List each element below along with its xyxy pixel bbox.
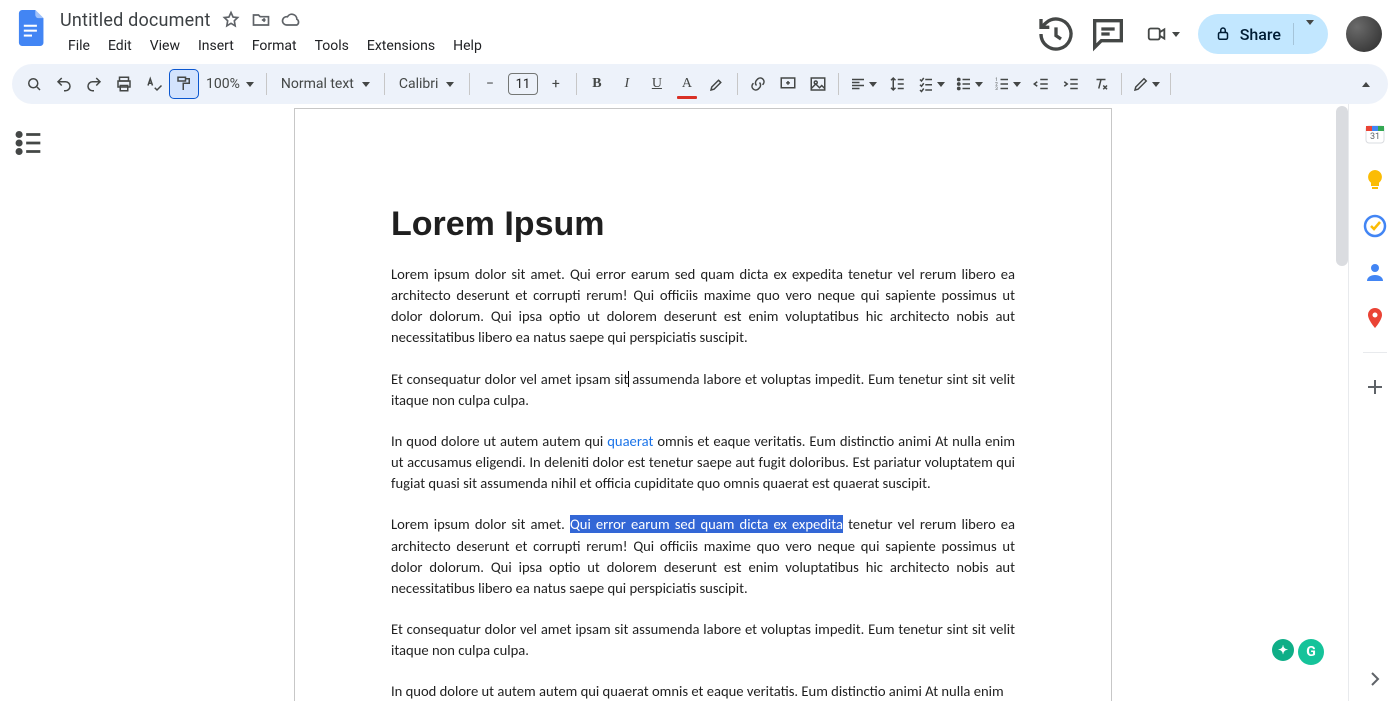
grammarly-icon[interactable]: G <box>1298 639 1324 665</box>
keep-icon[interactable] <box>1363 168 1387 192</box>
chevron-down-icon <box>975 82 983 87</box>
show-outline-button[interactable] <box>12 126 46 160</box>
comments-icon[interactable] <box>1088 14 1128 54</box>
paragraph: In quod dolore ut autem autem qui quaera… <box>391 681 1015 701</box>
text-caret: sit <box>614 370 628 388</box>
align-dropdown[interactable] <box>845 70 881 98</box>
font-family-dropdown[interactable]: Calibri <box>391 76 463 92</box>
line-spacing-button[interactable] <box>883 70 911 98</box>
hide-side-panel-button[interactable] <box>1363 667 1387 691</box>
underline-button[interactable]: U <box>643 70 671 98</box>
chevron-down-icon <box>1152 82 1160 87</box>
chevron-down-icon <box>1013 82 1021 87</box>
chevron-down-icon[interactable] <box>1302 25 1318 44</box>
tasks-icon[interactable] <box>1363 214 1387 238</box>
side-panel: 31 <box>1348 104 1400 701</box>
increase-indent-button[interactable] <box>1057 70 1085 98</box>
chevron-down-icon <box>937 82 945 87</box>
document-heading: Lorem Ipsum <box>391 205 1015 244</box>
chevron-down-icon <box>869 82 877 87</box>
add-addon-button[interactable] <box>1363 375 1387 399</box>
menu-tools[interactable]: Tools <box>307 34 357 58</box>
paint-format-icon[interactable] <box>170 70 198 98</box>
star-icon[interactable] <box>221 10 241 30</box>
paragraph: Et consequatur dolor vel amet ipsam sit … <box>391 369 1015 411</box>
grammarly-suggestion-icon[interactable]: ✦ <box>1272 639 1294 661</box>
meet-button[interactable] <box>1140 14 1186 54</box>
chevron-down-icon <box>1172 32 1180 37</box>
share-label: Share <box>1240 25 1281 44</box>
hyperlink[interactable]: quaerat <box>607 432 653 450</box>
paragraph: Lorem ipsum dolor sit amet. Qui error ea… <box>391 264 1015 349</box>
editing-mode-dropdown[interactable] <box>1128 70 1164 98</box>
spellcheck-icon[interactable] <box>140 70 168 98</box>
paragraph-style-dropdown[interactable]: Normal text <box>273 76 378 92</box>
contacts-icon[interactable] <box>1363 260 1387 284</box>
menu-extensions[interactable]: Extensions <box>359 34 443 58</box>
highlight-color-button[interactable] <box>703 70 731 98</box>
decrease-font-size-button[interactable]: − <box>476 70 504 98</box>
svg-text:31: 31 <box>1369 132 1379 142</box>
chevron-down-icon <box>362 82 370 87</box>
menu-view[interactable]: View <box>142 34 188 58</box>
cloud-status-icon[interactable] <box>281 10 301 30</box>
share-button[interactable]: Share <box>1198 14 1328 54</box>
paragraph: Et consequatur dolor vel amet ipsam sit … <box>391 619 1015 661</box>
maps-icon[interactable] <box>1363 306 1387 330</box>
menu-file[interactable]: File <box>60 34 98 58</box>
toolbar: 100% Normal text Calibri − 11 + B I U A … <box>12 64 1388 104</box>
collapse-toolbar-button[interactable] <box>1352 70 1380 98</box>
svg-text:3: 3 <box>995 86 998 92</box>
paragraph: In quod dolore ut autem autem qui quaera… <box>391 431 1015 494</box>
font-size-input[interactable]: 11 <box>508 73 538 95</box>
undo-icon[interactable] <box>50 70 78 98</box>
move-icon[interactable] <box>251 10 271 30</box>
menu-bar: File Edit View Insert Format Tools Exten… <box>60 34 490 58</box>
document-page[interactable]: Lorem Ipsum Lorem ipsum dolor sit amet. … <box>294 108 1112 701</box>
document-title[interactable]: Untitled document <box>60 10 211 31</box>
menu-edit[interactable]: Edit <box>100 34 140 58</box>
calendar-icon[interactable]: 31 <box>1363 122 1387 146</box>
checklist-button[interactable] <box>913 70 949 98</box>
menu-format[interactable]: Format <box>244 34 305 58</box>
numbered-list-button[interactable]: 123 <box>989 70 1025 98</box>
redo-icon[interactable] <box>80 70 108 98</box>
search-icon[interactable] <box>20 70 48 98</box>
paragraph: Lorem ipsum dolor sit amet. Qui error ea… <box>391 514 1015 599</box>
menu-help[interactable]: Help <box>445 34 490 58</box>
insert-image-button[interactable] <box>804 70 832 98</box>
decrease-indent-button[interactable] <box>1027 70 1055 98</box>
bold-button[interactable]: B <box>583 70 611 98</box>
menu-insert[interactable]: Insert <box>190 34 242 58</box>
add-comment-button[interactable] <box>774 70 802 98</box>
increase-font-size-button[interactable]: + <box>542 70 570 98</box>
chevron-down-icon <box>246 82 254 87</box>
italic-button[interactable]: I <box>613 70 641 98</box>
chevron-down-icon <box>446 82 454 87</box>
docs-home-icon[interactable] <box>12 8 52 48</box>
clear-formatting-button[interactable] <box>1087 70 1115 98</box>
text-selection: Qui error earum sed quam dicta ex expedi… <box>570 515 843 533</box>
zoom-dropdown[interactable]: 100% <box>200 76 260 92</box>
bulleted-list-button[interactable] <box>951 70 987 98</box>
vertical-scrollbar[interactable] <box>1336 106 1348 266</box>
print-icon[interactable] <box>110 70 138 98</box>
grammarly-widget[interactable]: ✦ G <box>1272 639 1324 665</box>
account-avatar[interactable] <box>1346 16 1382 52</box>
text-color-button[interactable]: A <box>673 70 701 98</box>
history-icon[interactable] <box>1036 14 1076 54</box>
insert-link-button[interactable] <box>744 70 772 98</box>
